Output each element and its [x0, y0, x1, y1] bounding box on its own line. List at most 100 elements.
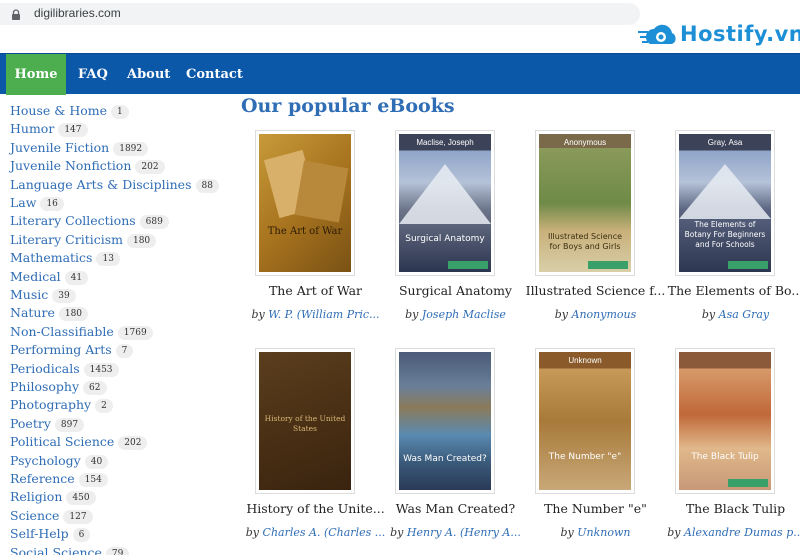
by-label: by	[701, 308, 716, 321]
category-name[interactable]: Juvenile Nonfiction	[10, 158, 131, 173]
sidebar-category-item[interactable]: Literary Criticism 180	[10, 229, 157, 248]
author-name[interactable]: Asa Gray	[719, 308, 769, 321]
author-name[interactable]: Charles A. (Charles ...	[263, 526, 386, 539]
category-name[interactable]: Medical	[10, 269, 61, 284]
author-name[interactable]: Joseph Maclise	[422, 308, 506, 321]
book-cover[interactable]: The Art of War	[255, 130, 355, 276]
book-cover[interactable]: Maclise, Joseph Surgical Anatomy	[395, 130, 495, 276]
sidebar-category-item[interactable]: Self-Help 6	[10, 523, 91, 543]
sidebar-category-item[interactable]: Humor 147	[10, 118, 88, 138]
category-name[interactable]: Religion	[10, 489, 62, 504]
sidebar-category-item[interactable]: Religion 450	[10, 486, 96, 506]
author-name[interactable]: Unknown	[577, 526, 630, 539]
category-name[interactable]: Non-Classifiable	[10, 324, 114, 339]
sidebar-category-item[interactable]: Literary Collections 689	[10, 210, 169, 230]
author-name[interactable]: W. P. (William Pric...	[268, 308, 379, 321]
address-field[interactable]: digilibraries.com	[0, 3, 640, 25]
cover-author: Anonymous	[563, 138, 607, 147]
category-name[interactable]: House & Home	[10, 103, 107, 118]
category-name[interactable]: Reference	[10, 471, 75, 486]
category-sidebar: House & Home 1 Humor 147 Juvenile Fiction 189…	[0, 94, 225, 555]
category-name[interactable]: Mathematics	[10, 250, 92, 265]
cover-title: The Number "e"	[548, 452, 622, 462]
sidebar-category-item[interactable]: Poetry 897	[10, 413, 85, 432]
by-label: by	[405, 308, 419, 321]
category-name[interactable]: Humor	[10, 121, 54, 136]
sidebar-category-item[interactable]: Language Arts & Disciplines 88	[10, 174, 219, 193]
sidebar-category-item[interactable]: Social Science 79	[10, 542, 130, 555]
book-cover[interactable]: The Black Tulip	[675, 348, 775, 494]
by-label: by	[251, 308, 265, 321]
sidebar-category-item[interactable]: House & Home 1	[10, 100, 129, 119]
book-cover[interactable]: History of the United States	[255, 348, 355, 494]
sidebar-category-item[interactable]: Performing Arts 7	[10, 339, 134, 359]
category-count-badge: 127	[63, 509, 93, 524]
main-navbar: Home FAQ About Contact	[0, 53, 800, 95]
category-name[interactable]: Photography	[10, 397, 91, 412]
sidebar-category-item[interactable]: Psychology 40	[10, 450, 109, 469]
book-author[interactable]: by Alexandre Dumas p...	[653, 526, 800, 539]
cover-title: The Elements of Botany For Beginners and…	[684, 220, 766, 249]
by-label: by	[560, 526, 574, 539]
sidebar-category-item[interactable]: Photography 2	[10, 394, 113, 414]
sidebar-category-item[interactable]: Reference 154	[10, 468, 108, 487]
category-name[interactable]: Law	[10, 195, 36, 210]
book-cover[interactable]: Unknown The Number "e"	[535, 348, 635, 494]
book-title[interactable]: The Black Tulip	[653, 501, 800, 516]
category-name[interactable]: Psychology	[10, 453, 81, 468]
sidebar-category-item[interactable]: Political Science 202	[10, 431, 148, 451]
category-name[interactable]: Science	[10, 508, 59, 523]
by-label: by	[245, 526, 260, 539]
author-name[interactable]: Alexandre Dumas p...	[684, 526, 800, 539]
author-name[interactable]: Anonymous	[572, 308, 637, 321]
nav-home[interactable]: Home	[6, 54, 66, 95]
sidebar-category-item[interactable]: Law 16	[10, 192, 64, 211]
category-name[interactable]: Juvenile Fiction	[10, 140, 109, 155]
sidebar-category-item[interactable]: Juvenile Fiction 1892	[10, 137, 149, 156]
sidebar-category-item[interactable]: Mathematics 13	[10, 247, 120, 267]
by-label: by	[390, 526, 404, 539]
category-name[interactable]: Philosophy	[10, 379, 79, 394]
category-name[interactable]: Social Science	[10, 545, 102, 555]
category-count-badge: 180	[58, 307, 89, 322]
category-name[interactable]: Periodicals	[10, 361, 80, 376]
sidebar-category-item[interactable]: Music 39	[10, 284, 76, 303]
nav-contact[interactable]: Contact	[186, 54, 243, 95]
sidebar-category-item[interactable]: Non-Classifiable 1769	[10, 321, 153, 340]
cover-author: Maclise, Joseph	[416, 138, 474, 147]
sidebar-category-item[interactable]: Nature 180	[10, 302, 89, 322]
category-name[interactable]: Literary Collections	[10, 213, 136, 228]
cover-title: Illustrated Science for Boys and Girls	[547, 232, 623, 251]
category-count-badge: 202	[135, 160, 165, 175]
category-name[interactable]: Performing Arts	[10, 342, 112, 357]
category-name[interactable]: Literary Criticism	[10, 232, 123, 247]
category-count-badge: 62	[83, 381, 107, 395]
section-heading: Our popular eBooks	[241, 95, 455, 117]
category-name[interactable]: Political Science	[10, 434, 114, 449]
nav-faq[interactable]: FAQ	[78, 54, 108, 95]
book-author[interactable]: by Asa Gray	[653, 308, 800, 321]
sidebar-category-item[interactable]: Periodicals 1453	[10, 358, 119, 377]
author-name[interactable]: Henry A. (Henry A...	[407, 526, 521, 539]
book-cover[interactable]: Gray, Asa The Elements of Botany For Beg…	[675, 130, 775, 276]
hostify-logo-icon	[638, 24, 676, 44]
category-count-badge: 6	[72, 528, 91, 543]
cover-author: Gray, Asa	[707, 138, 743, 147]
category-count-badge: 689	[139, 215, 169, 230]
book-cover[interactable]: Was Man Created?	[395, 348, 495, 494]
sidebar-category-item[interactable]: Juvenile Nonfiction 202	[10, 155, 165, 175]
category-name[interactable]: Poetry	[10, 416, 51, 431]
cover-title: Was Man Created?	[403, 454, 487, 464]
sidebar-category-item[interactable]: Medical 41	[10, 266, 89, 285]
category-name[interactable]: Language Arts & Disciplines	[10, 177, 192, 192]
book-title[interactable]: The Elements of Bo...	[653, 283, 800, 298]
category-name[interactable]: Music	[10, 287, 48, 302]
book-cover[interactable]: Anonymous Illustrated Science for Boys a…	[535, 130, 635, 276]
category-name[interactable]: Self-Help	[10, 526, 69, 541]
sidebar-category-item[interactable]: Science 127	[10, 505, 93, 524]
category-name[interactable]: Nature	[10, 305, 55, 320]
category-count-badge: 154	[78, 473, 108, 487]
sidebar-category-item[interactable]: Philosophy 62	[10, 376, 107, 395]
cover-author: Unknown	[568, 356, 602, 365]
nav-about[interactable]: About	[127, 54, 170, 95]
